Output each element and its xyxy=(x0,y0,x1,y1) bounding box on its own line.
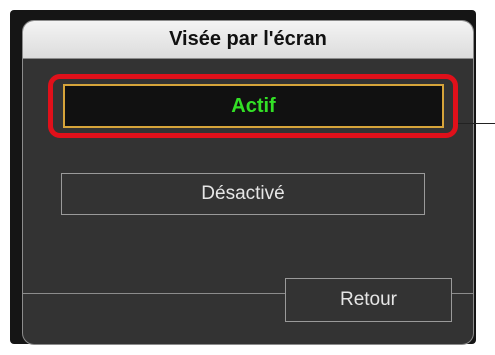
back-button[interactable]: Retour xyxy=(285,278,452,322)
callout-line xyxy=(458,123,495,124)
option-enable-button[interactable]: Actif xyxy=(63,84,444,128)
option-disable-button[interactable]: Désactivé xyxy=(61,173,425,215)
dialog-title: Visée par l'écran xyxy=(23,21,473,59)
